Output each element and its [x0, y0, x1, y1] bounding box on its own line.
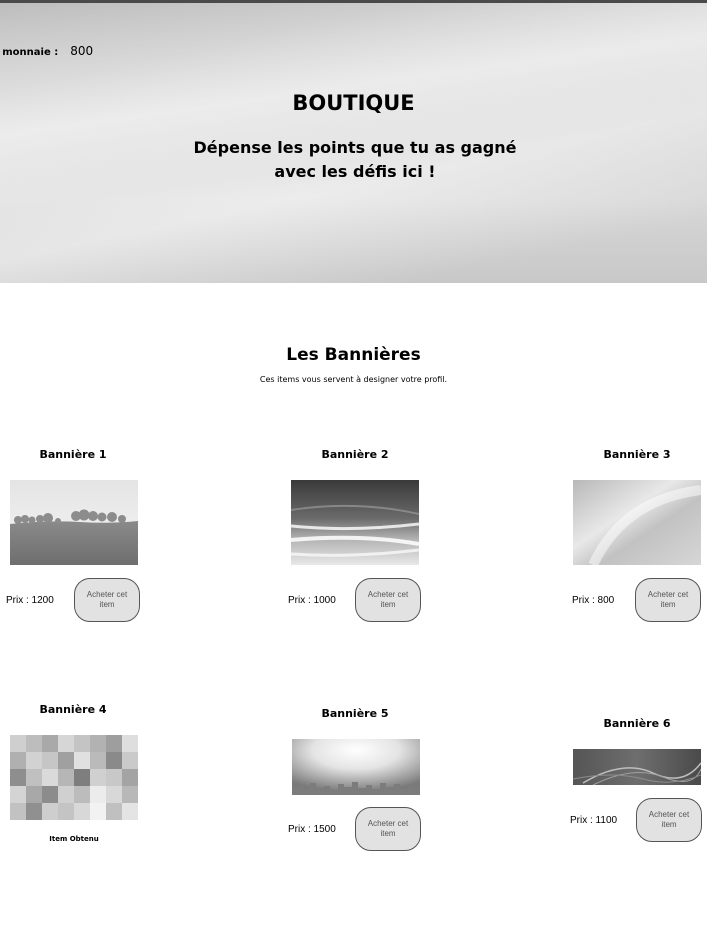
banner-2-price: Prix : 1000	[288, 595, 336, 606]
banner-2-buy-button[interactable]: Acheter cet item	[355, 578, 421, 622]
banner-4-image	[10, 735, 138, 820]
banner-6-buy-button[interactable]: Acheter cet item	[636, 798, 702, 842]
banner-1-buy-button[interactable]: Acheter cet item	[74, 578, 140, 622]
banner-1-title: Bannière 1	[39, 448, 107, 461]
banner-4-owned-label: Item Obtenu	[49, 835, 99, 843]
page-title: BOUTIQUE	[292, 91, 415, 115]
banner-2-image	[291, 480, 419, 565]
currency-value: 800	[70, 44, 94, 58]
banner-3-buy-button[interactable]: Acheter cet item	[635, 578, 701, 622]
banner-1-image	[10, 480, 138, 565]
currency-label: e monnaie :	[0, 47, 59, 58]
banner-6-image	[573, 749, 701, 785]
banner-3-image	[573, 480, 701, 565]
banner-2-title: Bannière 2	[321, 448, 389, 461]
banner-5-buy-button[interactable]: Acheter cet item	[355, 807, 421, 851]
banner-3-price: Prix : 800	[572, 595, 615, 606]
banner-1-price: Prix : 1200	[6, 595, 54, 606]
section-subtitle: Ces items vous servent à designer votre …	[259, 375, 448, 384]
banner-4-title: Bannière 4	[39, 703, 107, 716]
banner-5-price: Prix : 1500	[288, 824, 336, 835]
banner-6-price: Prix : 1100	[570, 815, 618, 826]
section-title: Les Bannières	[286, 345, 421, 365]
page-subtitle: Dépense les points que tu as gagné avec …	[193, 138, 517, 181]
banner-5-title: Bannière 5	[321, 707, 389, 720]
banner-5-image	[292, 739, 420, 795]
hero-banner: e monnaie : 800 BOUTIQUE Dépense les poin…	[0, 3, 707, 283]
banner-6-title: Bannière 6	[603, 717, 671, 730]
currency-display: e monnaie : 800	[0, 44, 93, 58]
banner-3-title: Bannière 3	[603, 448, 671, 461]
